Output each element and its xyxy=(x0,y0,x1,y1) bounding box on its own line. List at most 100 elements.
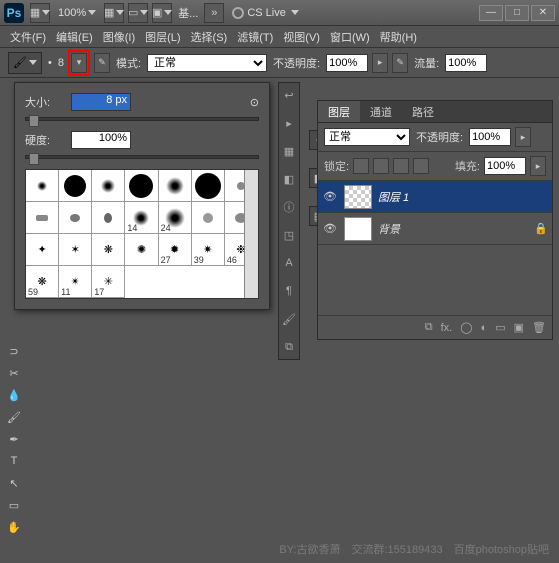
brush-swatch[interactable]: 24 xyxy=(159,202,192,234)
tool-preset-picker[interactable]: 🖌 xyxy=(8,52,42,74)
menu-view[interactable]: 视图(V) xyxy=(279,27,324,47)
pressure-opacity-icon[interactable]: ✎ xyxy=(392,53,408,73)
crop-tool[interactable]: ✂ xyxy=(2,362,26,384)
tab-paths[interactable]: 路径 xyxy=(402,101,444,122)
opacity-input[interactable] xyxy=(326,54,368,72)
menu-window[interactable]: 窗口(W) xyxy=(326,27,374,47)
navigator-icon[interactable]: ◳ xyxy=(281,227,297,243)
mask-icon[interactable]: ◯ xyxy=(460,321,472,334)
lock-pixels-icon[interactable] xyxy=(373,158,389,174)
menu-file[interactable]: 文件(F) xyxy=(6,27,50,47)
brush-icon[interactable]: 🖌 xyxy=(281,311,297,327)
brush-swatch[interactable]: ✳17 xyxy=(92,266,125,298)
group-icon[interactable]: ▭ xyxy=(495,321,505,334)
menu-image[interactable]: 图像(I) xyxy=(99,27,139,47)
layer-row[interactable]: 👁 图层 1 xyxy=(318,181,552,213)
brush-swatch[interactable] xyxy=(125,170,158,202)
layer-name[interactable]: 背景 xyxy=(378,221,400,237)
lock-position-icon[interactable] xyxy=(393,158,409,174)
brush-grid-scrollbar[interactable] xyxy=(244,170,258,298)
fill-flyout[interactable]: ▸ xyxy=(530,156,546,176)
brush-swatch[interactable]: ✺ xyxy=(125,234,158,266)
visibility-icon[interactable]: 👁 xyxy=(322,189,338,205)
clone-icon[interactable]: ⧉ xyxy=(281,339,297,355)
menu-select[interactable]: 选择(S) xyxy=(187,27,232,47)
blend-mode-select[interactable]: 正常 xyxy=(147,54,267,72)
brush-swatch[interactable]: ✦ xyxy=(26,234,59,266)
minimize-button[interactable]: — xyxy=(479,5,503,21)
panel-menu-icon[interactable]: ⊙ xyxy=(250,96,259,109)
lasso-tool[interactable]: ⊃ xyxy=(2,340,26,362)
actions-icon[interactable]: ▸ xyxy=(281,115,297,131)
brush-swatch[interactable] xyxy=(59,202,92,234)
brush-swatch[interactable]: ❋59 xyxy=(26,266,59,298)
layer-opacity-flyout[interactable]: ▸ xyxy=(515,127,531,147)
type-tool[interactable]: T xyxy=(2,450,26,472)
screenmode-icon[interactable]: ▣ xyxy=(152,3,172,23)
layer-blend-select[interactable]: 正常 xyxy=(324,128,410,146)
hand-tool[interactable]: ✋ xyxy=(2,516,26,538)
flow-input[interactable] xyxy=(445,54,487,72)
menu-edit[interactable]: 编辑(E) xyxy=(52,27,97,47)
size-input[interactable]: 8 px xyxy=(71,93,131,111)
layer-thumbnail[interactable] xyxy=(344,185,372,209)
para-icon[interactable]: ¶ xyxy=(281,283,297,299)
brush-swatch[interactable]: ✷39 xyxy=(192,234,225,266)
layer-row[interactable]: 👁 背景 🔒 xyxy=(318,213,552,245)
info-icon[interactable]: ⓘ xyxy=(281,199,297,215)
doc-nav-icon[interactable]: » xyxy=(204,3,224,23)
menu-layer[interactable]: 图层(L) xyxy=(141,27,184,47)
adjustment-layer-icon[interactable]: ◐ xyxy=(481,322,488,334)
arrange-icon[interactable]: ▭ xyxy=(128,3,148,23)
new-layer-icon[interactable]: ▣ xyxy=(514,321,524,334)
eyedropper-tool[interactable]: 💧 xyxy=(2,384,26,406)
tab-layers[interactable]: 图层 xyxy=(318,101,360,122)
size-slider[interactable] xyxy=(25,117,259,121)
brush-swatch[interactable] xyxy=(26,202,59,234)
brush-swatch[interactable]: ✴11 xyxy=(59,266,92,298)
char-icon[interactable]: A xyxy=(281,255,297,271)
brush-tool[interactable]: 🖌 xyxy=(2,406,26,428)
brush-swatch[interactable] xyxy=(92,170,125,202)
lock-transparency-icon[interactable] xyxy=(353,158,369,174)
layer-thumbnail[interactable] xyxy=(344,217,372,241)
brush-swatch[interactable] xyxy=(192,170,225,202)
zoom-level[interactable]: 100% xyxy=(58,7,96,19)
brush-preset-dropdown[interactable]: ▾ xyxy=(68,50,90,76)
brush-swatch[interactable] xyxy=(92,202,125,234)
brush-swatch[interactable]: 14 xyxy=(125,202,158,234)
brush-swatch[interactable] xyxy=(26,170,59,202)
hardness-slider[interactable] xyxy=(25,155,259,159)
history-icon[interactable]: ↩ xyxy=(281,87,297,103)
layer-opacity-input[interactable] xyxy=(469,128,511,146)
bridge-icon[interactable]: ▦ xyxy=(30,3,50,23)
delete-layer-icon[interactable]: 🗑 xyxy=(532,321,546,334)
fill-input[interactable] xyxy=(484,157,526,175)
swatches-icon[interactable]: ▦ xyxy=(281,143,297,159)
brush-swatch[interactable] xyxy=(159,170,192,202)
brush-swatch[interactable]: ✶ xyxy=(59,234,92,266)
fx-icon[interactable]: fx. xyxy=(441,322,453,334)
view-extras-icon[interactable]: ▦ xyxy=(104,3,124,23)
menu-filter[interactable]: 滤镜(T) xyxy=(233,27,277,47)
visibility-icon[interactable]: 👁 xyxy=(322,221,338,237)
maximize-button[interactable]: □ xyxy=(505,5,529,21)
opacity-flyout[interactable]: ▸ xyxy=(372,53,388,73)
tab-channels[interactable]: 通道 xyxy=(360,101,402,122)
brush-swatch[interactable] xyxy=(59,170,92,202)
brush-swatch[interactable]: ✹27 xyxy=(159,234,192,266)
link-layers-icon[interactable]: ⧉ xyxy=(425,321,433,334)
menu-help[interactable]: 帮助(H) xyxy=(376,27,421,47)
brush-swatch[interactable] xyxy=(192,202,225,234)
pen-tool[interactable]: ✒ xyxy=(2,428,26,450)
brush-swatch[interactable]: ❋ xyxy=(92,234,125,266)
layer-name[interactable]: 图层 1 xyxy=(378,189,409,205)
styles-icon[interactable]: ◧ xyxy=(281,171,297,187)
shape-tool[interactable]: ▭ xyxy=(2,494,26,516)
lock-all-icon[interactable] xyxy=(413,158,429,174)
brush-panel-toggle[interactable]: ✎ xyxy=(94,53,110,73)
path-tool[interactable]: ↖ xyxy=(2,472,26,494)
hardness-input[interactable]: 100% xyxy=(71,131,131,149)
cs-live[interactable]: CS Live xyxy=(232,7,299,19)
close-button[interactable]: ✕ xyxy=(531,5,555,21)
